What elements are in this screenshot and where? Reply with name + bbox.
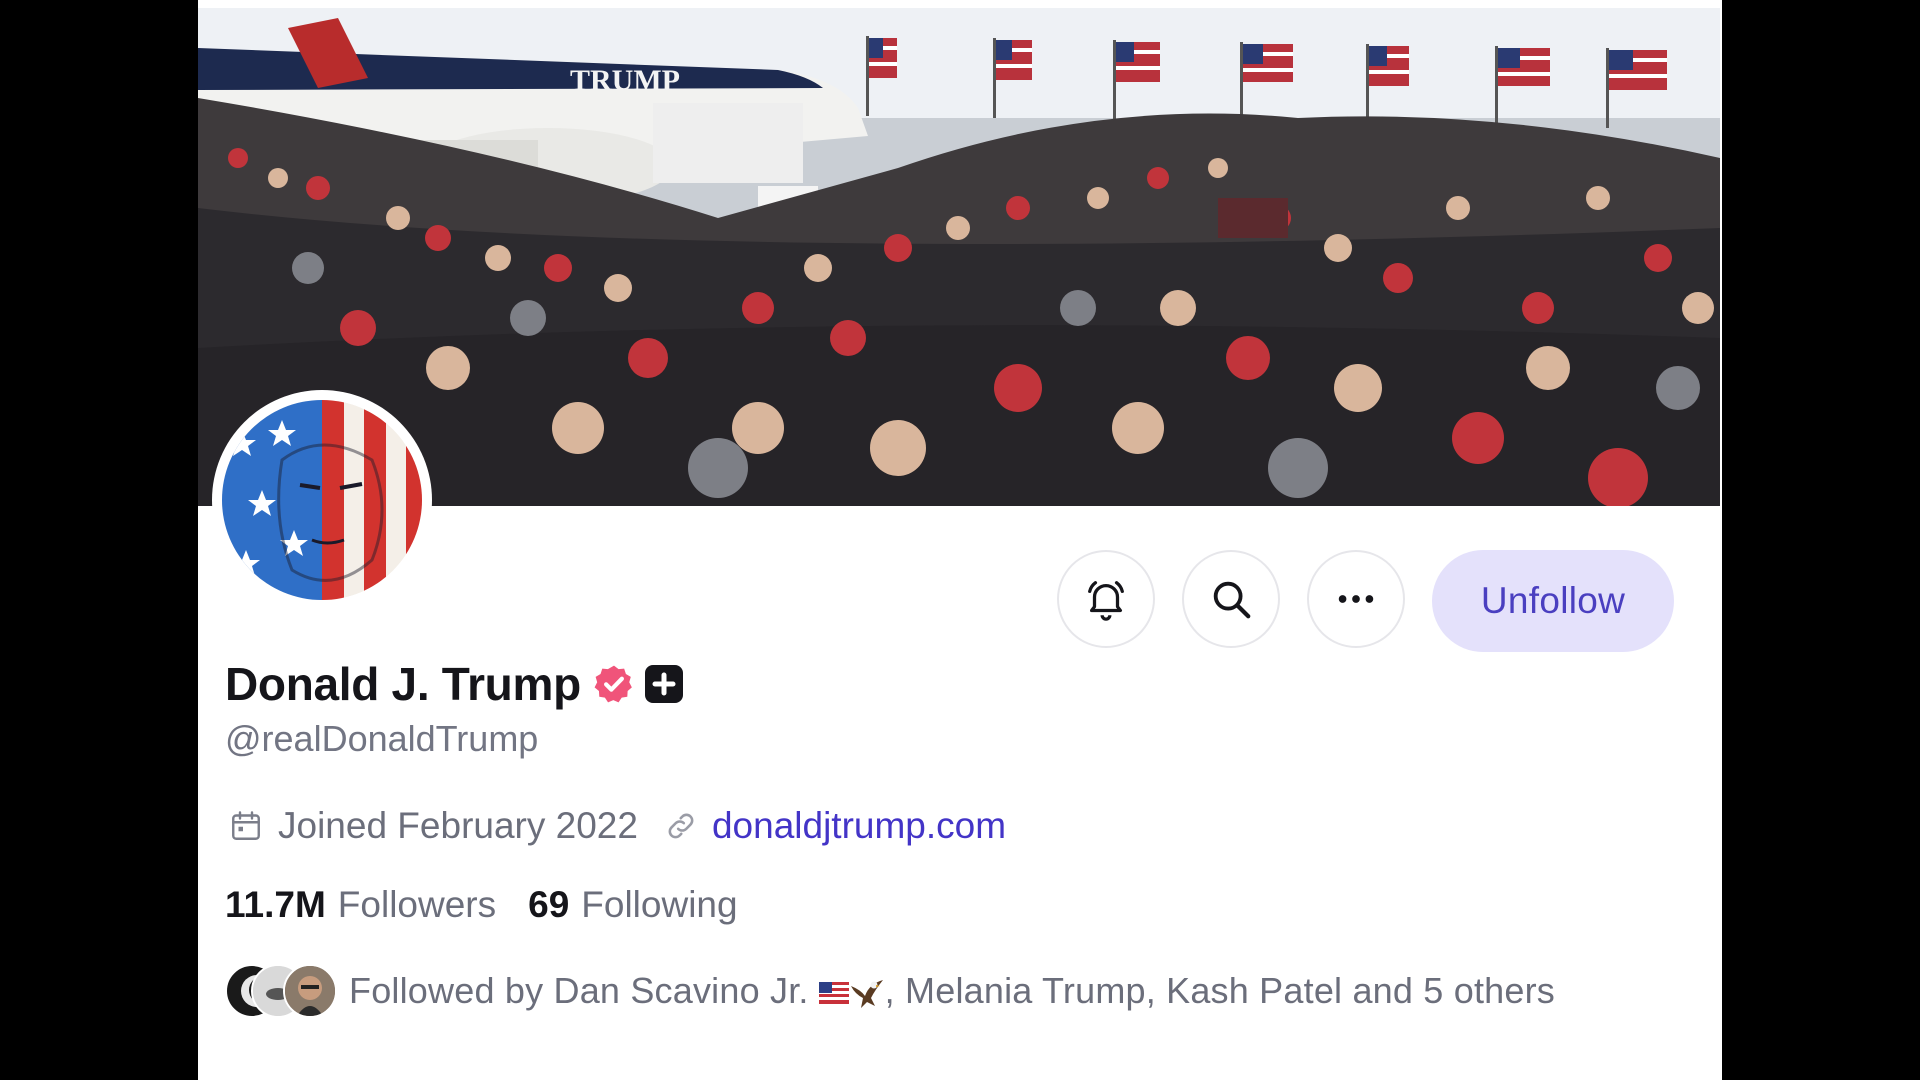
avatar-image	[222, 400, 422, 600]
search-icon	[1213, 581, 1251, 619]
plane-lettering: TRUMP	[570, 64, 680, 97]
profile-meta-row: Joined February 2022 donaldjtrump.com	[228, 800, 1006, 852]
calendar-icon	[232, 811, 260, 840]
profile-banner: TRUMP	[198, 8, 1720, 506]
notifications-button[interactable]	[1057, 550, 1155, 648]
eagle-emoji-icon	[850, 980, 883, 1009]
website-link[interactable]: donaldjtrump.com	[712, 805, 1006, 847]
followed-by-avatars	[225, 964, 337, 1018]
following-count[interactable]: 69	[528, 884, 569, 926]
following-label[interactable]: Following	[581, 884, 737, 926]
display-name: Donald J. Trump	[225, 658, 581, 710]
followed-by-row[interactable]: Followed by Dan Scavino Jr. , Melania Tr…	[225, 962, 1555, 1020]
avatar	[283, 964, 337, 1018]
more-icon	[1338, 595, 1374, 603]
plus-badge-icon	[644, 665, 683, 703]
banner-image: TRUMP	[198, 8, 1720, 506]
us-flag-emoji-icon	[818, 982, 849, 1005]
followed-by-text: Followed by Dan Scavino Jr. , Melania Tr…	[349, 970, 1555, 1012]
link-icon	[668, 813, 694, 839]
followers-label[interactable]: Followers	[338, 884, 496, 926]
crowd-graphic	[198, 98, 1720, 506]
verified-badge-icon	[594, 665, 632, 703]
joined-date: Joined February 2022	[278, 805, 638, 846]
followers-count[interactable]: 11.7M	[225, 884, 326, 926]
profile-stats-row: 11.7M Followers 69 Following	[225, 884, 738, 934]
profile-avatar[interactable]	[212, 390, 432, 610]
more-options-button[interactable]	[1307, 550, 1405, 648]
profile-panel: TRUMP Unfollow Donald J. Trump @realDona…	[198, 0, 1722, 1080]
bell-icon	[1088, 581, 1124, 621]
search-button[interactable]	[1182, 550, 1280, 648]
profile-name-row: Donald J. Trump	[225, 656, 683, 712]
followed-by-rest: , Melania Trump, Kash Patel and 5 others	[884, 970, 1555, 1011]
profile-handle: @realDonaldTrump	[225, 718, 539, 759]
unfollow-button[interactable]: Unfollow	[1432, 550, 1674, 652]
followed-by-lead: Followed by Dan Scavino Jr.	[349, 970, 809, 1011]
